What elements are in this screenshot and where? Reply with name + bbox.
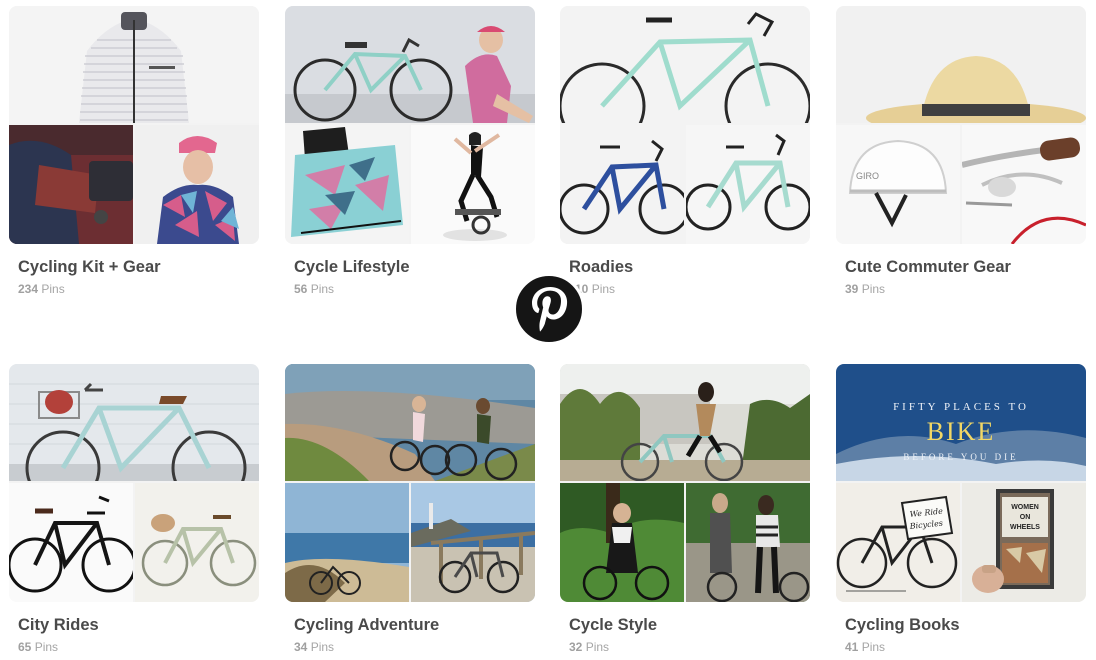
board-title[interactable]: Cycle Lifestyle [294,258,410,277]
board-cover[interactable] [560,6,810,244]
board-cover-image-main [836,6,1086,123]
board-title[interactable]: Cycle Style [569,616,657,635]
board-cover-image-1: GIRO [836,125,960,244]
board-cover-image-main [560,6,810,123]
board-cover[interactable]: FIFTY PLACES TO BIKE BEFORE YOU DIE We R… [836,364,1086,602]
board-cover-image-2 [135,483,259,602]
book-title-line1: FIFTY PLACES TO [893,401,1029,413]
board-cover-image-1 [9,483,133,602]
board-cover-image-main [9,364,259,481]
board-title[interactable]: Cycling Books [845,616,960,635]
board-cover-image-1 [560,483,684,602]
svg-text:WHEELS: WHEELS [1010,524,1040,531]
book-title-line3: BEFORE YOU DIE [903,452,1018,462]
board-cover-image-main [560,364,810,481]
board-cover-image-2 [962,125,1086,244]
board-pin-count: 41 Pins [845,640,886,654]
board-cover[interactable] [285,6,535,244]
pinterest-logo-icon [513,273,585,345]
board-pin-count: 32 Pins [569,640,610,654]
board-cover-image-1 [285,125,409,244]
board-title[interactable]: Cycling Kit + Gear [18,258,161,277]
svg-text:ON: ON [1020,514,1031,521]
board-cover[interactable] [560,364,810,602]
board-cover-image-main: FIFTY PLACES TO BIKE BEFORE YOU DIE [836,364,1086,481]
board-cover[interactable]: GIRO [836,6,1086,244]
board-cover-image-main [285,6,535,123]
board-cover[interactable] [9,364,259,602]
board-cover-image-2 [411,125,535,244]
board-cover[interactable] [9,6,259,244]
board-cover-image-1 [9,125,133,244]
board-cover[interactable] [285,364,535,602]
board-title[interactable]: Cute Commuter Gear [845,258,1011,277]
board-title[interactable]: City Rides [18,616,99,635]
board-pin-count: 34 Pins [294,640,335,654]
board-pin-count: 234 Pins [18,282,65,296]
board-cover-image-1: We Ride Bicycles [836,483,960,602]
board-cover-image-2: WOMEN ON WHEELS [962,483,1086,602]
board-cover-image-main [9,6,259,123]
board-pin-count: 39 Pins [845,282,886,296]
board-pin-count: 65 Pins [18,640,59,654]
board-cover-image-1 [560,125,684,244]
board-pin-count: 56 Pins [294,282,335,296]
board-cover-image-2 [411,483,535,602]
svg-text:GIRO: GIRO [856,171,879,181]
board-cover-image-1 [285,483,409,602]
board-cover-image-2 [135,125,259,244]
board-cover-image-2 [686,125,810,244]
svg-text:WOMEN: WOMEN [1011,504,1039,511]
board-cover-image-2 [686,483,810,602]
board-cover-image-main [285,364,535,481]
board-title[interactable]: Cycling Adventure [294,616,439,635]
book-title-line2: BIKE [927,417,996,446]
